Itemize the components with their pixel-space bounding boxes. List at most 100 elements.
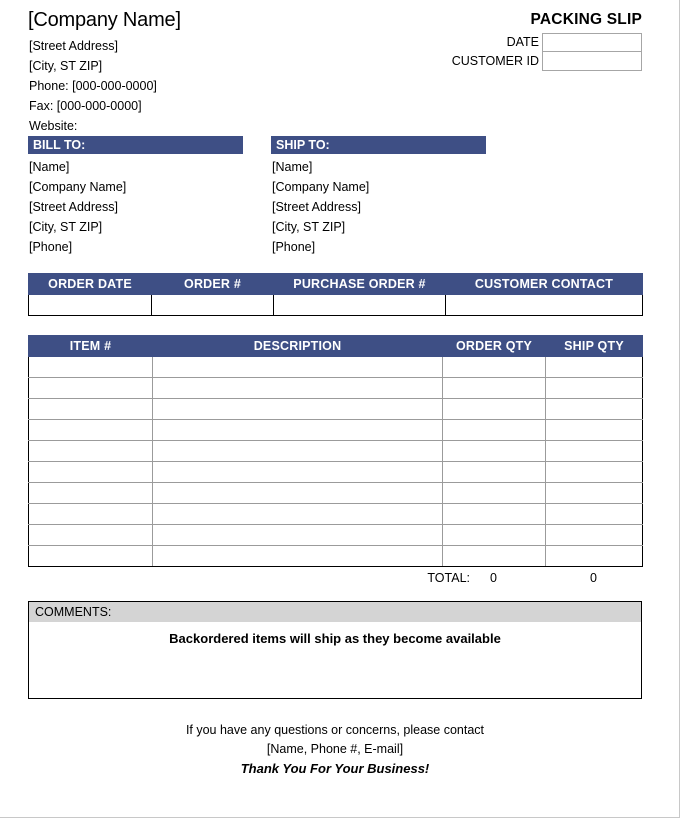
line-items-table-body bbox=[28, 356, 643, 567]
ship-to-line-2: [Street Address] bbox=[272, 200, 361, 214]
line-item-cell[interactable] bbox=[545, 419, 643, 441]
line-item-cell[interactable] bbox=[152, 503, 443, 525]
line-item-cell[interactable] bbox=[152, 419, 443, 441]
line-item-cell[interactable] bbox=[152, 356, 443, 378]
document-footer: If you have any questions or concerns, p… bbox=[28, 699, 642, 778]
line-item-cell[interactable] bbox=[442, 545, 546, 567]
ship-to-line-1: [Company Name] bbox=[272, 180, 370, 194]
ship-to-heading: SHIP TO: bbox=[271, 136, 486, 154]
line-item-cell[interactable] bbox=[28, 524, 153, 546]
line-item-cell[interactable] bbox=[28, 356, 153, 378]
order-info-table-head: ORDER DATE ORDER # PURCHASE ORDER # CUSTOME… bbox=[28, 273, 643, 295]
total-ship-qty: 0 bbox=[590, 571, 597, 585]
line-item-cell[interactable] bbox=[545, 545, 643, 567]
packing-slip-page: [Company Name] [Street Address] [City, ST… bbox=[0, 0, 680, 818]
line-items-table: ITEM # DESCRIPTION ORDER QTY SHIP QTY bbox=[28, 335, 643, 567]
column-header-description: DESCRIPTION bbox=[152, 335, 443, 357]
document-meta-fields: DATE CUSTOMER ID bbox=[427, 33, 642, 71]
company-contact-block: [Street Address] [City, ST ZIP] Phone: [00… bbox=[29, 36, 157, 136]
line-item-cell[interactable] bbox=[28, 377, 153, 399]
line-item-cell[interactable] bbox=[442, 503, 546, 525]
table-row bbox=[28, 356, 643, 378]
table-row bbox=[28, 482, 643, 504]
column-header-order-date: ORDER DATE bbox=[28, 273, 152, 295]
line-item-cell[interactable] bbox=[152, 524, 443, 546]
table-row bbox=[28, 524, 643, 546]
company-line-3: Fax: [000-000-0000] bbox=[29, 99, 142, 113]
column-header-order-qty: ORDER QTY bbox=[442, 335, 546, 357]
company-line-2: Phone: [000-000-0000] bbox=[29, 79, 157, 93]
line-item-cell[interactable] bbox=[442, 398, 546, 420]
table-row bbox=[28, 440, 643, 462]
order-info-cell[interactable] bbox=[273, 294, 446, 316]
ship-to-line-3: [City, ST ZIP] bbox=[272, 220, 346, 234]
line-item-cell[interactable] bbox=[545, 461, 643, 483]
order-info-table-body bbox=[28, 294, 643, 316]
order-info-cell[interactable] bbox=[445, 294, 643, 316]
line-item-cell[interactable] bbox=[442, 440, 546, 462]
total-order-qty: 0 bbox=[490, 571, 497, 585]
bill-to-line-2: [Street Address] bbox=[29, 200, 118, 214]
line-items-section: ITEM # DESCRIPTION ORDER QTY SHIP QTY bbox=[28, 316, 643, 567]
table-row bbox=[28, 545, 643, 567]
table-row bbox=[28, 377, 643, 399]
line-item-cell[interactable] bbox=[545, 440, 643, 462]
document-header: [Company Name] [Street Address] [City, ST… bbox=[28, 0, 642, 136]
line-item-cell[interactable] bbox=[545, 503, 643, 525]
order-info-table: ORDER DATE ORDER # PURCHASE ORDER # CUSTOME… bbox=[28, 273, 643, 316]
line-item-cell[interactable] bbox=[28, 545, 153, 567]
line-item-cell[interactable] bbox=[442, 482, 546, 504]
line-item-cell[interactable] bbox=[28, 398, 153, 420]
bill-to-line-3: [City, ST ZIP] bbox=[29, 220, 103, 234]
comments-section: COMMENTS: Backordered items will ship as… bbox=[28, 589, 642, 699]
column-header-customer-contact: CUSTOMER CONTACT bbox=[445, 273, 643, 295]
bill-to-line-0: [Name] bbox=[29, 160, 70, 174]
meta-input-date[interactable] bbox=[542, 33, 642, 52]
line-item-cell[interactable] bbox=[152, 545, 443, 567]
comments-heading: COMMENTS: bbox=[29, 602, 641, 622]
meta-row: DATE bbox=[427, 33, 642, 52]
line-item-cell[interactable] bbox=[442, 524, 546, 546]
line-item-cell[interactable] bbox=[28, 482, 153, 504]
line-item-cell[interactable] bbox=[545, 398, 643, 420]
line-item-cell[interactable] bbox=[545, 356, 643, 378]
line-item-cell[interactable] bbox=[152, 461, 443, 483]
bill-to-heading: BILL TO: bbox=[28, 136, 243, 154]
company-line-4: Website: bbox=[29, 119, 78, 133]
ship-to-lines: [Name] [Company Name] [Street Address] [Cit… bbox=[271, 154, 486, 257]
meta-input-customer-id[interactable] bbox=[542, 52, 642, 71]
footer-thanks-line: Thank You For Your Business! bbox=[240, 761, 430, 776]
line-item-cell[interactable] bbox=[152, 398, 443, 420]
ship-to-line-0: [Name] bbox=[272, 160, 313, 174]
line-item-cell[interactable] bbox=[442, 356, 546, 378]
column-header-item: ITEM # bbox=[28, 335, 153, 357]
footer-contact-line: If you have any questions or concerns, p… bbox=[185, 723, 485, 737]
meta-label-date: DATE bbox=[506, 35, 539, 49]
line-item-cell[interactable] bbox=[28, 461, 153, 483]
order-info-cell[interactable] bbox=[28, 294, 152, 316]
comments-message: Backordered items will ship as they beco… bbox=[169, 631, 501, 646]
line-item-cell[interactable] bbox=[152, 377, 443, 399]
line-item-cell[interactable] bbox=[442, 419, 546, 441]
bill-to-line-1: [Company Name] bbox=[29, 180, 127, 194]
line-item-cell[interactable] bbox=[545, 524, 643, 546]
order-info-cell[interactable] bbox=[151, 294, 274, 316]
line-item-cell[interactable] bbox=[545, 377, 643, 399]
company-name: [Company Name] bbox=[28, 9, 181, 31]
meta-row: CUSTOMER ID bbox=[427, 52, 642, 71]
ship-to-block: SHIP TO: [Name] [Company Name] [Street Add… bbox=[271, 136, 486, 257]
line-item-cell[interactable] bbox=[152, 440, 443, 462]
comments-box[interactable]: COMMENTS: Backordered items will ship as… bbox=[28, 601, 642, 699]
line-item-cell[interactable] bbox=[152, 482, 443, 504]
line-item-cell[interactable] bbox=[28, 503, 153, 525]
bill-to-block: BILL TO: [Name] [Company Name] [Street Add… bbox=[28, 136, 243, 257]
line-item-cell[interactable] bbox=[442, 461, 546, 483]
footer-contact-placeholder: [Name, Phone #, E-mail] bbox=[266, 742, 404, 756]
document-title: PACKING SLIP bbox=[530, 11, 642, 28]
line-item-cell[interactable] bbox=[28, 419, 153, 441]
document-sheet: [Company Name] [Street Address] [City, ST… bbox=[28, 0, 643, 778]
line-item-cell[interactable] bbox=[442, 377, 546, 399]
line-item-cell[interactable] bbox=[28, 440, 153, 462]
line-item-cell[interactable] bbox=[545, 482, 643, 504]
column-header-order: ORDER # bbox=[151, 273, 274, 295]
